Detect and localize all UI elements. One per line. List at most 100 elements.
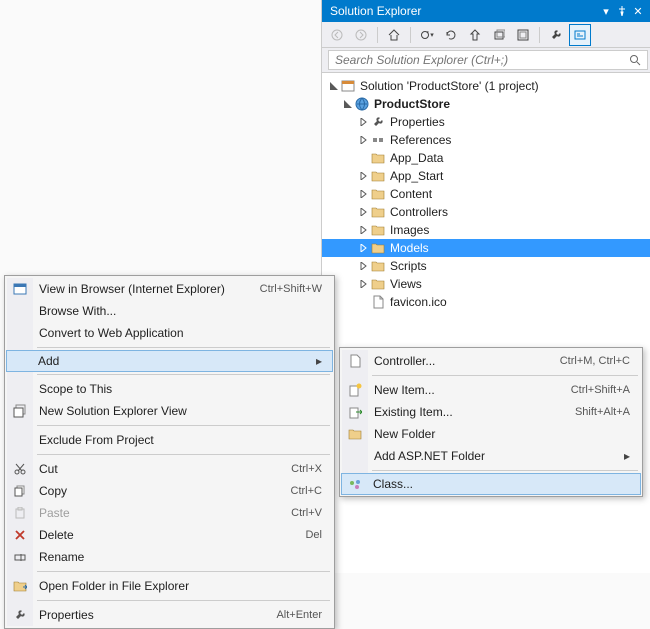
menu-label: Copy [39, 484, 291, 498]
menu-label: Open Folder in File Explorer [39, 579, 322, 593]
project-label: ProductStore [374, 97, 450, 111]
menu-label: Add ASP.NET Folder [374, 449, 620, 463]
expander-icon[interactable] [358, 118, 370, 126]
dropdown-icon[interactable]: ▾ [598, 3, 614, 19]
sync-icon[interactable]: ▾ [416, 24, 438, 46]
expander-icon[interactable] [358, 208, 370, 216]
menu-scope[interactable]: Scope to This [7, 378, 332, 400]
solution-label: Solution 'ProductStore' (1 project) [360, 79, 539, 93]
expander-icon[interactable] [358, 190, 370, 198]
copy-icon [11, 482, 29, 500]
close-icon[interactable]: ✕ [630, 3, 646, 19]
tree-item-models[interactable]: Models [322, 239, 650, 257]
tree-item-views[interactable]: Views [322, 275, 650, 293]
search-input[interactable] [328, 50, 648, 70]
menu-label: New Item... [374, 383, 571, 397]
menu-shortcut: Ctrl+X [291, 463, 322, 475]
submenu-controller[interactable]: Controller...Ctrl+M, Ctrl+C [342, 350, 640, 372]
expander-icon[interactable] [358, 244, 370, 252]
expander-icon[interactable] [358, 136, 370, 144]
tree-item-images[interactable]: Images [322, 221, 650, 239]
tree-item-label: Views [390, 277, 422, 291]
tree-item-controllers[interactable]: Controllers [322, 203, 650, 221]
open-folder-icon [11, 577, 29, 595]
pin-icon[interactable] [614, 3, 630, 19]
menu-label: Paste [39, 506, 291, 520]
wrench-icon[interactable] [545, 24, 567, 46]
menu-label: Cut [39, 462, 291, 476]
menu-label: Scope to This [39, 382, 322, 396]
expander-icon[interactable] [358, 226, 370, 234]
tree-project[interactable]: ProductStore [322, 95, 650, 113]
properties-icon[interactable] [512, 24, 534, 46]
menu-delete[interactable]: DeleteDel [7, 524, 332, 546]
home-icon[interactable] [383, 24, 405, 46]
menu-label: New Solution Explorer View [39, 404, 322, 418]
menu-convert[interactable]: Convert to Web Application [7, 322, 332, 344]
panel-toolbar: ▾ [322, 22, 650, 48]
rename-icon [11, 548, 29, 566]
folder-icon [370, 168, 386, 184]
submenu-class[interactable]: Class... [341, 473, 641, 495]
menu-label: Existing Item... [374, 405, 575, 419]
tree-item-properties[interactable]: Properties [322, 113, 650, 131]
tree-item-scripts[interactable]: Scripts [322, 257, 650, 275]
expander-icon[interactable] [342, 100, 354, 108]
menu-label: Browse With... [39, 304, 322, 318]
menu-label: New Folder [374, 427, 630, 441]
tree-item-label: favicon.ico [390, 295, 447, 309]
tree-item-content[interactable]: Content [322, 185, 650, 203]
menu-copy[interactable]: CopyCtrl+C [7, 480, 332, 502]
expander-icon[interactable] [358, 172, 370, 180]
menu-label: Class... [373, 477, 630, 491]
folder-icon [370, 240, 386, 256]
menu-exclude[interactable]: Exclude From Project [7, 429, 332, 451]
folder-icon [346, 425, 364, 443]
tree-item-label: Images [390, 223, 429, 237]
menu-browse-with[interactable]: Browse With... [7, 300, 332, 322]
menu-separator [37, 454, 330, 455]
new-item-icon [346, 381, 364, 399]
menu-cut[interactable]: CutCtrl+X [7, 458, 332, 480]
menu-new-view[interactable]: New Solution Explorer View [7, 400, 332, 422]
wrench-icon [370, 114, 386, 130]
tree-item-label: Controllers [390, 205, 448, 219]
tree-item-label: References [390, 133, 451, 147]
menu-view-in-browser[interactable]: View in Browser (Internet Explorer) Ctrl… [7, 278, 332, 300]
expander-icon[interactable] [328, 82, 340, 90]
search-icon[interactable] [626, 54, 644, 66]
solution-tree[interactable]: Solution 'ProductStore' (1 project) Prod… [322, 73, 650, 573]
controller-icon [346, 352, 364, 370]
submenu-aspnet-folder[interactable]: Add ASP.NET Folder▸ [342, 445, 640, 467]
tree-item-label: App_Data [390, 151, 443, 165]
menu-separator [37, 425, 330, 426]
collapse-icon[interactable] [464, 24, 486, 46]
tree-item-favicon[interactable]: favicon.ico [322, 293, 650, 311]
show-all-icon[interactable] [488, 24, 510, 46]
menu-separator [37, 571, 330, 572]
back-icon[interactable] [326, 24, 348, 46]
menu-rename[interactable]: Rename [7, 546, 332, 568]
expander-icon[interactable] [358, 262, 370, 270]
refresh-icon[interactable] [440, 24, 462, 46]
menu-properties[interactable]: PropertiesAlt+Enter [7, 604, 332, 626]
menu-label: Add [38, 354, 312, 368]
tree-item-appstart[interactable]: App_Start [322, 167, 650, 185]
tree-solution[interactable]: Solution 'ProductStore' (1 project) [322, 77, 650, 95]
forward-icon[interactable] [350, 24, 372, 46]
tree-item-appdata[interactable]: App_Data [322, 149, 650, 167]
menu-add[interactable]: Add▸ [6, 350, 333, 372]
menu-open-folder[interactable]: Open Folder in File Explorer [7, 575, 332, 597]
paste-icon [11, 504, 29, 522]
existing-item-icon [346, 403, 364, 421]
folder-icon [370, 276, 386, 292]
chevron-right-icon: ▸ [312, 354, 322, 368]
submenu-new-folder[interactable]: New Folder [342, 423, 640, 445]
submenu-new-item[interactable]: New Item...Ctrl+Shift+A [342, 379, 640, 401]
submenu-existing-item[interactable]: Existing Item...Shift+Alt+A [342, 401, 640, 423]
menu-separator [372, 375, 638, 376]
tree-item-references[interactable]: References [322, 131, 650, 149]
menu-label: Rename [39, 550, 322, 564]
expander-icon[interactable] [358, 280, 370, 288]
preview-icon[interactable] [569, 24, 591, 46]
